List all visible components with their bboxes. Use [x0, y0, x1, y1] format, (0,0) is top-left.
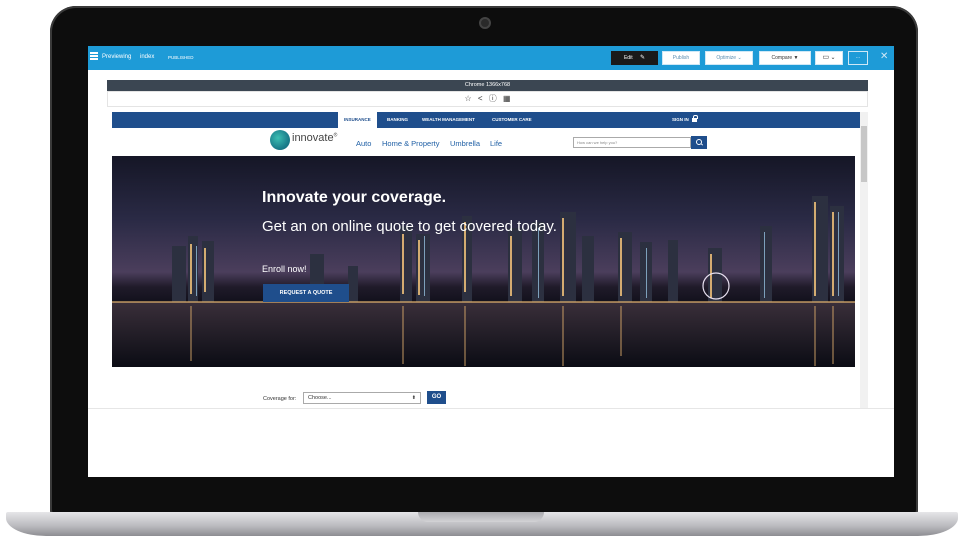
- coverage-label: Coverage for:: [263, 396, 297, 402]
- nav-wealth-management[interactable]: WEALTH MANAGEMENT: [422, 117, 475, 122]
- close-icon[interactable]: ✕: [880, 51, 888, 62]
- hero-enroll-text: Enroll now!: [262, 264, 307, 274]
- share-icon[interactable]: <: [478, 94, 483, 103]
- device-icon: ▭: [822, 54, 830, 61]
- hamburger-menu-icon[interactable]: [90, 52, 98, 60]
- publish-state-label: PUBLISHED: [168, 55, 194, 60]
- variant-label[interactable]: index: [140, 54, 154, 60]
- chevron-down-icon: ⌄: [830, 55, 836, 61]
- site-search-input[interactable]: How can we help you?: [573, 137, 691, 148]
- subnav-home-property[interactable]: Home & Property: [382, 139, 440, 148]
- hero-banner: Innovate your coverage. Get an on online…: [112, 156, 855, 367]
- app-toolbar: Previewing index PUBLISHED Edit ✎ Publis…: [88, 46, 894, 70]
- subnav-umbrella[interactable]: Umbrella: [450, 139, 480, 148]
- edit-button[interactable]: Edit ✎: [611, 51, 658, 65]
- sign-in-label: SIGN IN: [672, 117, 689, 122]
- screen: Previewing index PUBLISHED Edit ✎ Publis…: [88, 46, 894, 477]
- laptop-notch: [418, 512, 544, 522]
- ellipsis-icon: ···: [855, 55, 861, 61]
- edit-label: Edit: [623, 55, 633, 61]
- preview-status-label: Previewing: [102, 54, 132, 60]
- compare-label: Compare: [771, 55, 793, 61]
- subnav-life[interactable]: Life: [490, 139, 502, 148]
- logo-wordmark: innovate: [292, 132, 334, 144]
- select-caret-icon: ⬍: [411, 395, 416, 401]
- logo-mark: [270, 130, 290, 150]
- optimize-button[interactable]: Optimize ⌄: [705, 51, 753, 65]
- preview-frame: INSURANCE BANKING WEALTH MANAGEMENT CUST…: [112, 112, 868, 408]
- scrollbar-thumb[interactable]: [861, 126, 867, 182]
- star-icon[interactable]: ☆: [464, 94, 471, 103]
- nav-insurance[interactable]: INSURANCE: [338, 112, 377, 128]
- device-selector-button[interactable]: ▭ ⌄: [815, 51, 843, 65]
- subnav-auto[interactable]: Auto: [356, 139, 371, 148]
- lock-icon: [691, 115, 698, 122]
- hero-subtitle: Get an on online quote to get covered to…: [262, 218, 557, 235]
- device-label-bar: Chrome 1366x768: [107, 80, 868, 91]
- logo-text[interactable]: innovate®: [292, 132, 337, 144]
- preview-tool-row: ☆ < ⓘ ▦: [107, 91, 868, 107]
- sign-in-link[interactable]: SIGN IN: [672, 115, 698, 122]
- city-skyline-image: [112, 196, 855, 367]
- publish-button[interactable]: Publish: [662, 51, 700, 65]
- site-top-nav: INSURANCE BANKING WEALTH MANAGEMENT CUST…: [112, 112, 860, 128]
- nav-customer-care[interactable]: CUSTOMER CARE: [492, 117, 532, 122]
- preview-footer-area: [88, 408, 894, 477]
- optimize-label: Optimize: [716, 55, 737, 61]
- search-icon[interactable]: [691, 136, 707, 149]
- go-button[interactable]: GO: [427, 391, 446, 404]
- caret-down-icon: ▼: [793, 55, 799, 61]
- chart-icon[interactable]: ▦: [503, 94, 511, 103]
- nav-banking[interactable]: BANKING: [387, 117, 408, 122]
- info-icon[interactable]: ⓘ: [489, 94, 497, 103]
- request-quote-button[interactable]: REQUEST A QUOTE: [263, 284, 349, 302]
- compare-button[interactable]: Compare ▼: [759, 51, 811, 65]
- more-options-button[interactable]: ···: [848, 51, 868, 65]
- hero-title: Innovate your coverage.: [262, 189, 447, 206]
- webcam-icon: [479, 17, 491, 29]
- coverage-select[interactable]: Choose... ⬍: [303, 392, 421, 404]
- coverage-selected-value: Choose...: [308, 395, 332, 401]
- laptop-mockup: Previewing index PUBLISHED Edit ✎ Publis…: [0, 0, 961, 554]
- chevron-down-icon: ⌄: [737, 55, 742, 61]
- pencil-icon: ✎: [639, 55, 646, 61]
